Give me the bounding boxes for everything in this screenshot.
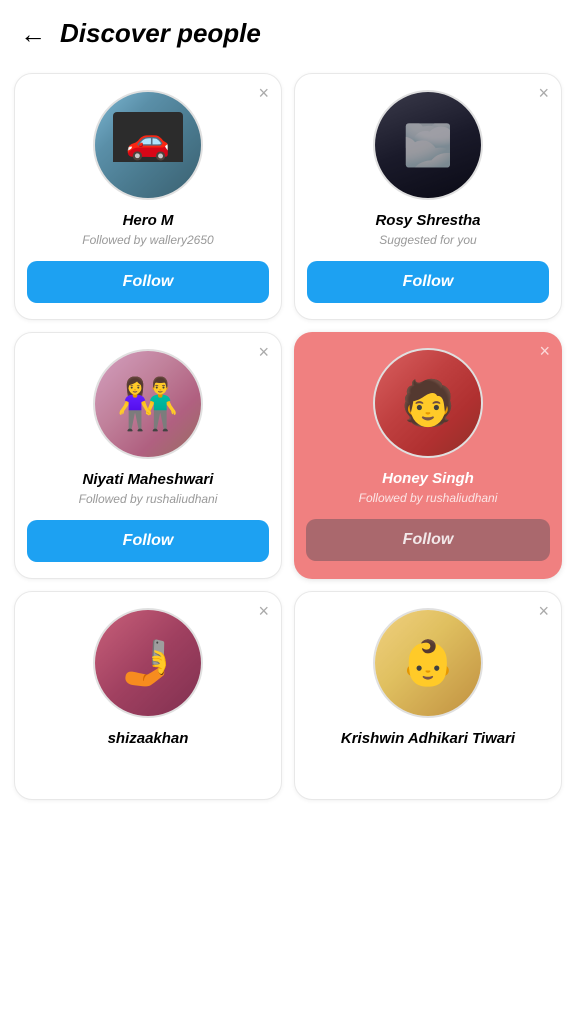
person-card-hero-m: × Hero M Followed by wallery2650 Follow <box>14 73 282 320</box>
person-subtext-hero-m: Followed by wallery2650 <box>82 233 213 247</box>
avatar-hero-m <box>93 90 203 200</box>
avatar-niyati-maheshwari <box>93 349 203 459</box>
avatar-rosy-shrestha <box>373 90 483 200</box>
close-button-hero-m[interactable]: × <box>258 84 269 102</box>
person-subtext-niyati-maheshwari: Followed by rushaliudhani <box>79 492 218 506</box>
person-card-shizaakhan: × shizaakhan <box>14 591 282 800</box>
close-button-honey-singh[interactable]: × <box>539 342 550 360</box>
avatar-image-rosy-shrestha <box>375 92 481 198</box>
person-name-shizaakhan: shizaakhan <box>108 730 189 747</box>
back-button[interactable]: ← <box>20 21 46 47</box>
person-name-hero-m: Hero M <box>123 212 174 229</box>
close-button-rosy-shrestha[interactable]: × <box>538 84 549 102</box>
follow-button-rosy-shrestha[interactable]: Follow <box>307 261 549 303</box>
avatar-image-hero-m <box>95 92 201 198</box>
person-subtext-honey-singh: Followed by rushaliudhani <box>359 491 498 505</box>
person-name-rosy-shrestha: Rosy Shrestha <box>375 212 480 229</box>
avatar-shizaakhan <box>93 608 203 718</box>
person-card-niyati-maheshwari: × Niyati Maheshwari Followed by rushaliu… <box>14 332 282 579</box>
person-card-honey-singh: × Honey Singh Followed by rushaliudhani … <box>294 332 562 579</box>
follow-button-honey-singh[interactable]: Follow <box>306 519 550 561</box>
page-header: ← Discover people <box>0 0 576 63</box>
avatar-image-niyati-maheshwari <box>95 351 201 457</box>
person-name-krishwin-adhikari-tiwari: Krishwin Adhikari Tiwari <box>341 730 515 747</box>
close-button-shizaakhan[interactable]: × <box>258 602 269 620</box>
person-name-honey-singh: Honey Singh <box>382 470 474 487</box>
avatar-honey-singh <box>373 348 483 458</box>
page-title: Discover people <box>60 18 261 49</box>
avatar-krishwin-adhikari-tiwari <box>373 608 483 718</box>
person-name-niyati-maheshwari: Niyati Maheshwari <box>83 471 214 488</box>
follow-button-hero-m[interactable]: Follow <box>27 261 269 303</box>
people-grid: × Hero M Followed by wallery2650 Follow … <box>0 63 576 820</box>
person-card-rosy-shrestha: × Rosy Shrestha Suggested for you Follow <box>294 73 562 320</box>
person-subtext-rosy-shrestha: Suggested for you <box>379 233 476 247</box>
avatar-image-shizaakhan <box>95 610 201 716</box>
avatar-image-krishwin-adhikari-tiwari <box>375 610 481 716</box>
follow-button-niyati-maheshwari[interactable]: Follow <box>27 520 269 562</box>
avatar-image-honey-singh <box>375 350 481 456</box>
close-button-krishwin-adhikari-tiwari[interactable]: × <box>538 602 549 620</box>
person-card-krishwin-adhikari-tiwari: × Krishwin Adhikari Tiwari <box>294 591 562 800</box>
close-button-niyati-maheshwari[interactable]: × <box>258 343 269 361</box>
